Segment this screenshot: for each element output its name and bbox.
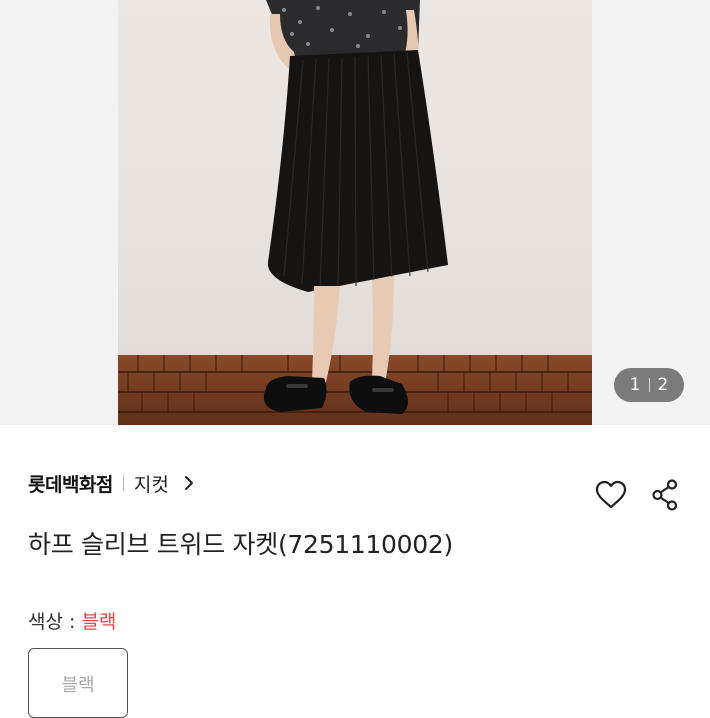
- pager-current: 1: [629, 375, 641, 395]
- store-name[interactable]: 롯데백화점: [28, 470, 113, 497]
- product-image-gallery[interactable]: 1 2: [0, 0, 710, 425]
- heart-outline-icon: [595, 480, 627, 509]
- color-option-row: 색상 : 블랙: [28, 607, 116, 634]
- model-photo-illustration: [118, 0, 592, 425]
- pager-total: 2: [657, 375, 669, 395]
- share-button[interactable]: [650, 478, 680, 512]
- selected-color-value: 블랙: [81, 611, 117, 633]
- store-breadcrumb[interactable]: 롯데백화점 지컷: [28, 468, 195, 498]
- pager-separator: [648, 378, 650, 392]
- color-label: 색상 :: [28, 611, 82, 633]
- image-pager-indicator: 1 2: [614, 368, 684, 402]
- color-option-label: 블랙: [61, 675, 95, 696]
- breadcrumb-divider: [122, 475, 124, 491]
- share-icon: [652, 479, 678, 511]
- product-title: 하프 슬리브 트위드 자켓(7251110002): [28, 530, 453, 559]
- chevron-right-icon[interactable]: [183, 474, 195, 492]
- color-option-button[interactable]: 블랙: [28, 648, 128, 718]
- wishlist-button[interactable]: [594, 479, 628, 511]
- category-link[interactable]: 지컷: [134, 470, 169, 497]
- product-photo[interactable]: [118, 0, 592, 425]
